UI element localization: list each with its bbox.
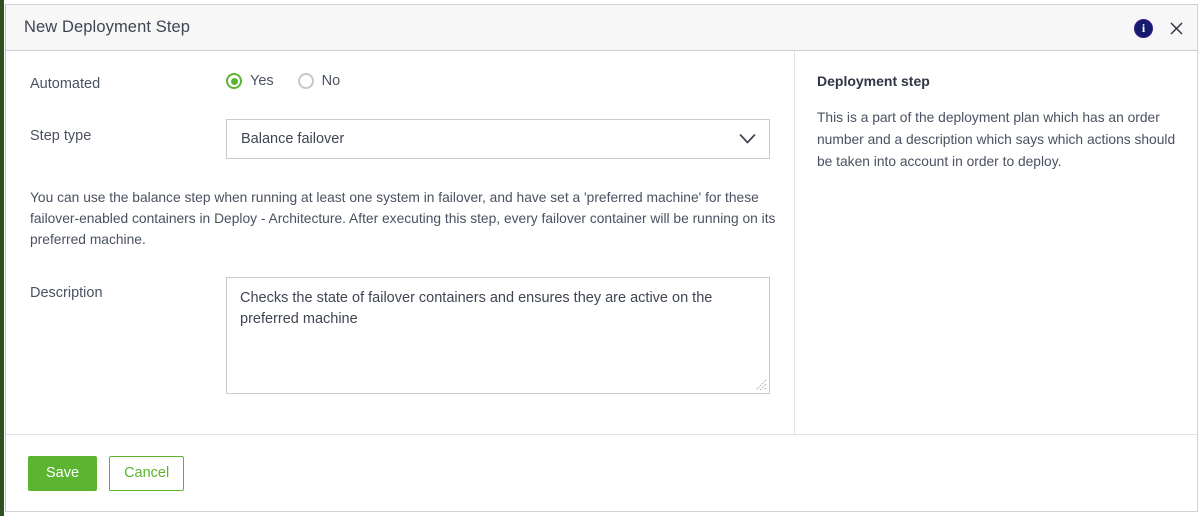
dialog-header-actions: i [1134,5,1185,51]
description-label: Description [30,285,103,301]
dialog-body: Automated Yes No Step type Balance failo… [6,51,1197,435]
radio-no-label: No [321,73,341,89]
info-panel-title: Deployment step [817,73,930,89]
radio-yes-label: Yes [250,73,274,89]
dialog-footer: Save Cancel [6,435,1197,511]
new-deployment-step-dialog: New Deployment Step i Automated Yes No S… [5,4,1198,512]
resize-grip-icon[interactable] [755,379,767,391]
step-type-helper-text: You can use the balance step when runnin… [30,190,776,247]
radio-automated-no[interactable]: No [297,73,341,89]
description-textarea[interactable]: Checks the state of failover containers … [226,277,770,394]
cancel-button[interactable]: Cancel [109,455,185,491]
dialog-header: New Deployment Step i [6,5,1197,51]
form-pane: Automated Yes No Step type Balance failo… [6,51,795,434]
info-pane: Deployment step This is a part of the de… [795,51,1201,434]
info-panel-text: This is a part of the deployment plan wh… [817,110,1176,169]
info-icon[interactable]: i [1134,18,1153,38]
app-left-edge [0,0,4,516]
field-description: Description Checks the state of failover… [30,277,770,394]
close-icon[interactable] [1167,19,1185,37]
dialog-title: New Deployment Step [24,18,191,36]
screen: New Deployment Step i Automated Yes No S… [0,0,1202,516]
step-type-value: Balance failover [241,131,345,147]
field-automated: Automated Yes No [30,73,770,92]
radio-yes-icon [226,73,242,89]
field-step-type: Step type Balance failover [30,119,770,159]
chevron-down-icon [739,134,756,145]
step-type-label: Step type [30,128,92,144]
radio-automated-yes[interactable]: Yes [226,73,274,89]
automated-radio-group: Yes No [226,73,340,89]
save-button[interactable]: Save [28,455,98,491]
radio-no-icon [297,73,314,89]
automated-label: Automated [30,76,101,92]
step-type-select[interactable]: Balance failover [226,119,770,159]
